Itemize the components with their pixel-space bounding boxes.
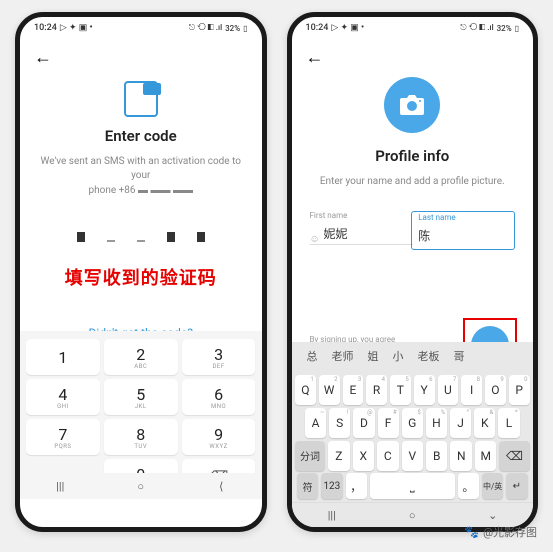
numeric-keypad: 12ABC3DEF4GHI5JKL6MNO7PQRS8TUV9WXYZ 0 + … [20,331,262,499]
page-title: Profile info [375,147,449,165]
ime-key-t[interactable]: T5 [390,375,411,405]
ime-shift-key[interactable]: 分词 [295,441,325,471]
ime-key-b[interactable]: B [426,441,447,471]
status-right-icons: ⎋ ⟲ ◧ .ıl [189,23,222,33]
last-name-label: Last name [418,213,508,222]
ime-key-m[interactable]: M [475,441,496,471]
ime-key-a[interactable]: A~ [305,408,326,438]
keypad-3[interactable]: 3DEF [182,339,256,375]
nav-home[interactable]: ○ [405,508,419,522]
watermark: 🐾 @光影存图 [464,524,537,540]
status-right-icons: ⎋ ⟲ ◧ .ıl [460,23,493,33]
keypad-9[interactable]: 9WXYZ [182,419,256,455]
watermark-text: @光影存图 [483,524,537,540]
nav-recent[interactable]: ||| [53,479,67,493]
nav-back[interactable]: ⟨ [214,479,228,493]
ime-key-h[interactable]: H% [426,408,447,438]
ime-delete-key[interactable]: ⌫ [499,441,529,471]
ime-key-s[interactable]: S! [329,408,350,438]
ime-key-z[interactable]: Z [328,441,349,471]
ime-lang-switch-key[interactable]: 中/英 [482,473,503,499]
ime-number-key[interactable]: 123 [321,473,342,499]
keypad-1[interactable]: 1 [26,339,100,375]
ime-comma-key[interactable]: ， [346,473,367,499]
ime-key-g[interactable]: G$ [402,408,423,438]
keypad-7[interactable]: 7PQRS [26,419,100,455]
ime-key-w[interactable]: W2 [319,375,340,405]
ime-symbol-key[interactable]: 符 [297,473,318,499]
ime-key-l[interactable]: L* [498,408,519,438]
ime-key-i[interactable]: I8 [461,375,482,405]
ime-key-u[interactable]: U7 [438,375,459,405]
ime-key-e[interactable]: E3 [343,375,364,405]
first-name-label: First name [310,211,400,220]
nav-home[interactable]: ○ [134,479,148,493]
add-photo-button[interactable] [384,77,440,133]
page-subtitle: We've sent an SMS with an activation cod… [38,155,244,183]
ime-space-key[interactable]: ⎵ [370,473,455,499]
back-button[interactable]: ← [302,43,328,72]
first-name-field[interactable]: First name ☺ [310,211,400,250]
page-subtitle: Enter your name and add a profile pictur… [320,175,505,189]
ime-key-d[interactable]: D@ [353,408,374,438]
keypad-5[interactable]: 5JKL [104,379,178,415]
battery-percent: 32% [497,24,512,33]
camera-icon [400,95,424,115]
ime-suggestion[interactable]: 老板 [418,348,440,364]
paw-icon: 🐾 [464,525,479,539]
emoji-icon[interactable]: ☺ [310,234,320,245]
ime-key-r[interactable]: R4 [366,375,387,405]
ime-period-key[interactable]: 。 [458,473,479,499]
ime-suggestion[interactable]: 老师 [332,348,354,364]
ime-enter-key[interactable]: ↵ [506,473,527,499]
phone-right: 10:24 ▷ ✦ ▣ • ⎋ ⟲ ◧ .ıl 32% ▯ ← Profile … [287,12,539,532]
status-time: 10:24 [34,23,57,33]
ime-key-q[interactable]: Q1 [295,375,316,405]
keypad-4[interactable]: 4GHI [26,379,100,415]
annotation-text: 填写收到的验证码 [65,264,217,290]
ime-suggestion[interactable]: 总 [307,348,318,364]
ime-key-x[interactable]: X [353,441,374,471]
app-header: ← [292,39,534,75]
nav-keyboard-down[interactable]: ⌄ [486,508,500,522]
ime-key-k[interactable]: K& [474,408,495,438]
ime-key-j[interactable]: J^ [450,408,471,438]
keypad-2[interactable]: 2ABC [104,339,178,375]
first-name-input[interactable] [310,222,414,245]
phone-left: 10:24 ▷ ✦ ▣ • ⎋ ⟲ ◧ .ıl 32% ▯ ← Enter co… [15,12,267,532]
nav-recent[interactable]: ||| [325,508,339,522]
back-button[interactable]: ← [30,43,56,72]
code-input[interactable] [69,220,213,242]
ime-key-f[interactable]: F# [378,408,399,438]
status-left-icons: ▷ ✦ ▣ • [331,23,364,33]
ime-suggestions[interactable]: 总老师姐小老板哥 [292,342,534,370]
app-header: ← [20,39,262,75]
page-title: Enter code [105,127,177,145]
keypad-6[interactable]: 6MNO [182,379,256,415]
phone-number: phone +86 ▬ ▬▬ ▬▬ [89,185,194,196]
battery-icon: ▯ [243,24,247,33]
ime-key-n[interactable]: N [450,441,471,471]
status-bar: 10:24 ▷ ✦ ▣ • ⎋ ⟲ ◧ .ıl 32% ▯ [292,17,534,39]
android-nav-bar: ||| ○ ⟨ [20,473,262,499]
ime-keyboard: 总老师姐小老板哥 Q1W2E3R4T5Y6U7I8O9P0 A~S!D@F#G$… [292,342,534,527]
battery-icon: ▯ [515,24,519,33]
ime-suggestion[interactable]: 哥 [454,348,465,364]
ime-suggestion[interactable]: 小 [393,348,404,364]
ime-key-y[interactable]: Y6 [414,375,435,405]
last-name-field[interactable]: Last name [411,211,515,250]
sms-icon [119,81,163,113]
status-bar: 10:24 ▷ ✦ ▣ • ⎋ ⟲ ◧ .ıl 32% ▯ [20,17,262,39]
status-left-icons: ▷ ✦ ▣ • [60,23,93,33]
ime-key-p[interactable]: P0 [509,375,530,405]
battery-percent: 32% [225,24,240,33]
ime-key-o[interactable]: O9 [485,375,506,405]
status-time: 10:24 [306,23,329,33]
keypad-8[interactable]: 8TUV [104,419,178,455]
ime-key-v[interactable]: V [402,441,423,471]
last-name-input[interactable] [418,224,508,246]
ime-key-c[interactable]: C [377,441,398,471]
ime-suggestion[interactable]: 姐 [368,348,379,364]
